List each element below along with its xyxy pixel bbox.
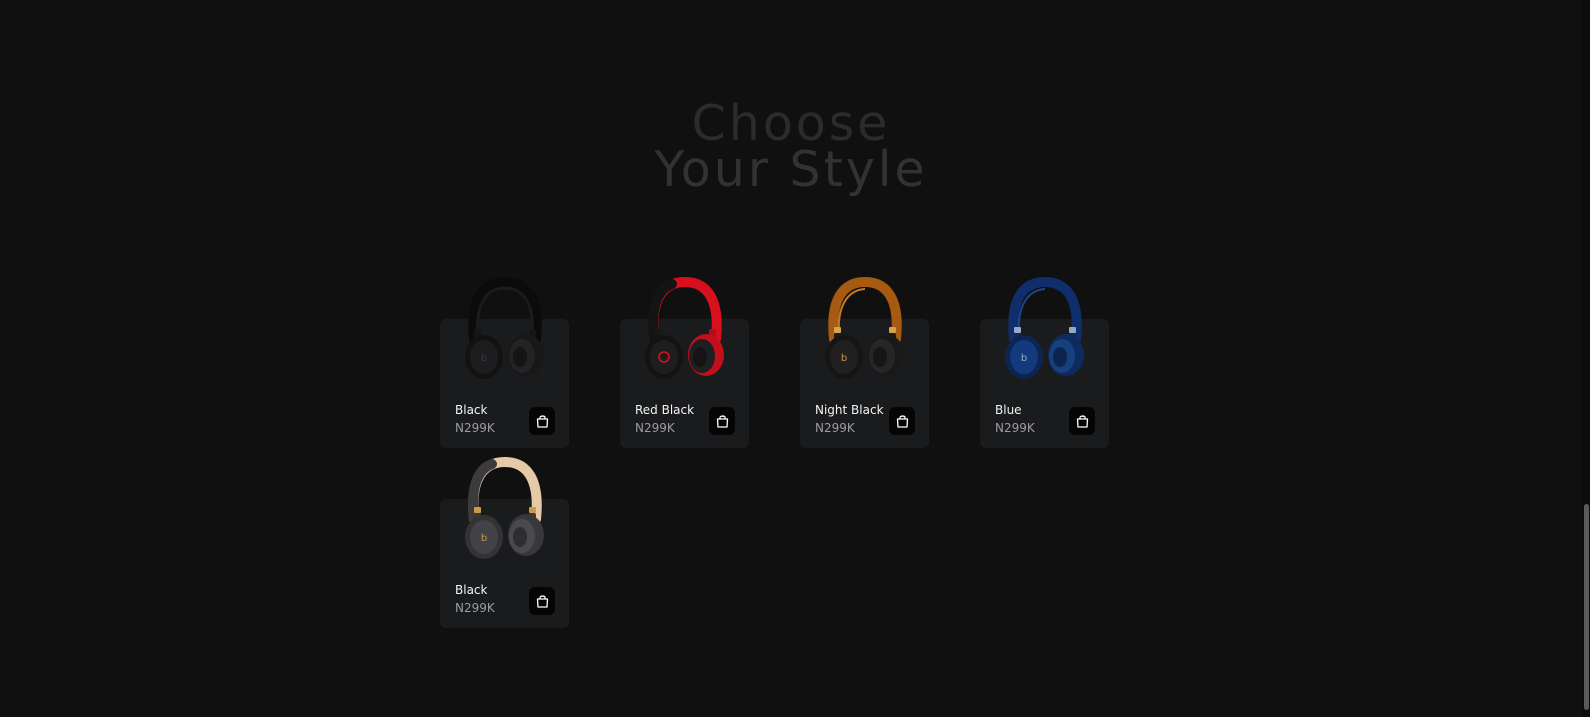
product-price: N299K — [815, 421, 855, 435]
page: Choose Your Style b Black N299K Red Blac… — [0, 0, 1590, 717]
headphones-black-image: b — [465, 277, 544, 379]
shopping-bag-icon — [536, 415, 548, 428]
headphones-blue-image: b — [1005, 277, 1084, 379]
section-title-line2: Your Style — [654, 141, 928, 198]
product-name: Blue — [995, 403, 1022, 417]
product-price: N299K — [455, 421, 495, 435]
add-to-cart-button[interactable] — [529, 407, 555, 435]
vertical-scrollbar[interactable] — [1582, 0, 1590, 717]
product-price: N299K — [635, 421, 675, 435]
shopping-bag-icon — [896, 415, 908, 428]
section-title: Choose Your Style — [0, 99, 1582, 198]
add-to-cart-button[interactable] — [709, 407, 735, 435]
product-card-black[interactable]: b Black N299K — [440, 277, 569, 448]
add-to-cart-button[interactable] — [889, 407, 915, 435]
add-to-cart-button[interactable] — [529, 587, 555, 615]
svg-text:b: b — [481, 353, 487, 364]
headphones-red-black-image — [645, 277, 724, 379]
product-name: Black — [455, 583, 488, 597]
svg-text:b: b — [1021, 353, 1027, 364]
product-card-red-black[interactable]: Red Black N299K — [620, 277, 749, 448]
product-price: N299K — [995, 421, 1035, 435]
product-card-blue[interactable]: b Blue N299K — [980, 277, 1109, 448]
product-name: Night Black — [815, 403, 884, 417]
svg-text:b: b — [481, 533, 487, 544]
product-card-black-gold[interactable]: b Black N299K — [440, 457, 569, 628]
headphones-black-gold-image: b — [465, 457, 544, 559]
shopping-bag-icon — [536, 595, 548, 608]
shopping-bag-icon — [716, 415, 728, 428]
shopping-bag-icon — [1076, 415, 1088, 428]
svg-text:b: b — [841, 353, 847, 364]
product-name: Red Black — [635, 403, 695, 417]
product-name: Black — [455, 403, 488, 417]
add-to-cart-button[interactable] — [1069, 407, 1095, 435]
product-card-night-black[interactable]: b Night Black N299K — [800, 277, 929, 448]
headphones-night-black-image: b — [825, 277, 904, 379]
product-price: N299K — [455, 601, 495, 615]
scrollbar-thumb[interactable] — [1584, 504, 1589, 710]
